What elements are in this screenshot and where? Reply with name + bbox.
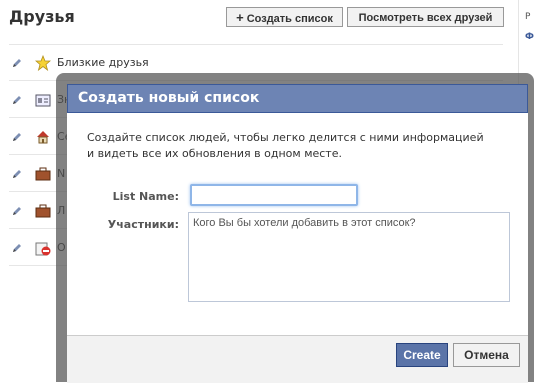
create-button[interactable]: Create: [396, 343, 448, 367]
house-icon: [37, 131, 49, 144]
dialog-title: Создать новый список: [78, 90, 260, 106]
id-card-icon: [35, 94, 51, 107]
right-column-link[interactable]: Ф: [525, 32, 534, 42]
pencil-icon[interactable]: [11, 168, 23, 180]
members-label: Участники:: [107, 218, 179, 231]
list-item-label: Близкие друзья: [57, 56, 149, 69]
restricted-icon: [35, 242, 51, 256]
pencil-icon[interactable]: [11, 131, 23, 143]
list-name-input[interactable]: [190, 184, 358, 206]
create-list-button[interactable]: + Создать список: [226, 7, 343, 27]
pencil-icon[interactable]: [11, 205, 23, 217]
pencil-icon[interactable]: [11, 94, 23, 106]
cancel-button[interactable]: Отмена: [453, 343, 520, 367]
see-all-friends-button[interactable]: Посмотреть всех друзей: [347, 7, 504, 27]
right-column-text: Р: [525, 12, 531, 22]
plus-icon: +: [236, 10, 244, 25]
briefcase-icon: [35, 204, 51, 218]
star-icon: [35, 55, 51, 71]
briefcase-icon: [35, 167, 51, 181]
dialog-header: Создать новый список: [67, 84, 528, 113]
create-list-dialog: Создать новый список Создайте список люд…: [67, 84, 528, 383]
pencil-icon[interactable]: [11, 242, 23, 254]
page-title: Друзья: [9, 7, 75, 26]
dialog-description: Создайте список людей, чтобы легко делит…: [87, 131, 484, 160]
create-list-label: Создать список: [246, 13, 333, 25]
list-name-label: List Name:: [112, 190, 179, 203]
members-input[interactable]: [188, 212, 510, 302]
pencil-icon[interactable]: [11, 57, 23, 69]
